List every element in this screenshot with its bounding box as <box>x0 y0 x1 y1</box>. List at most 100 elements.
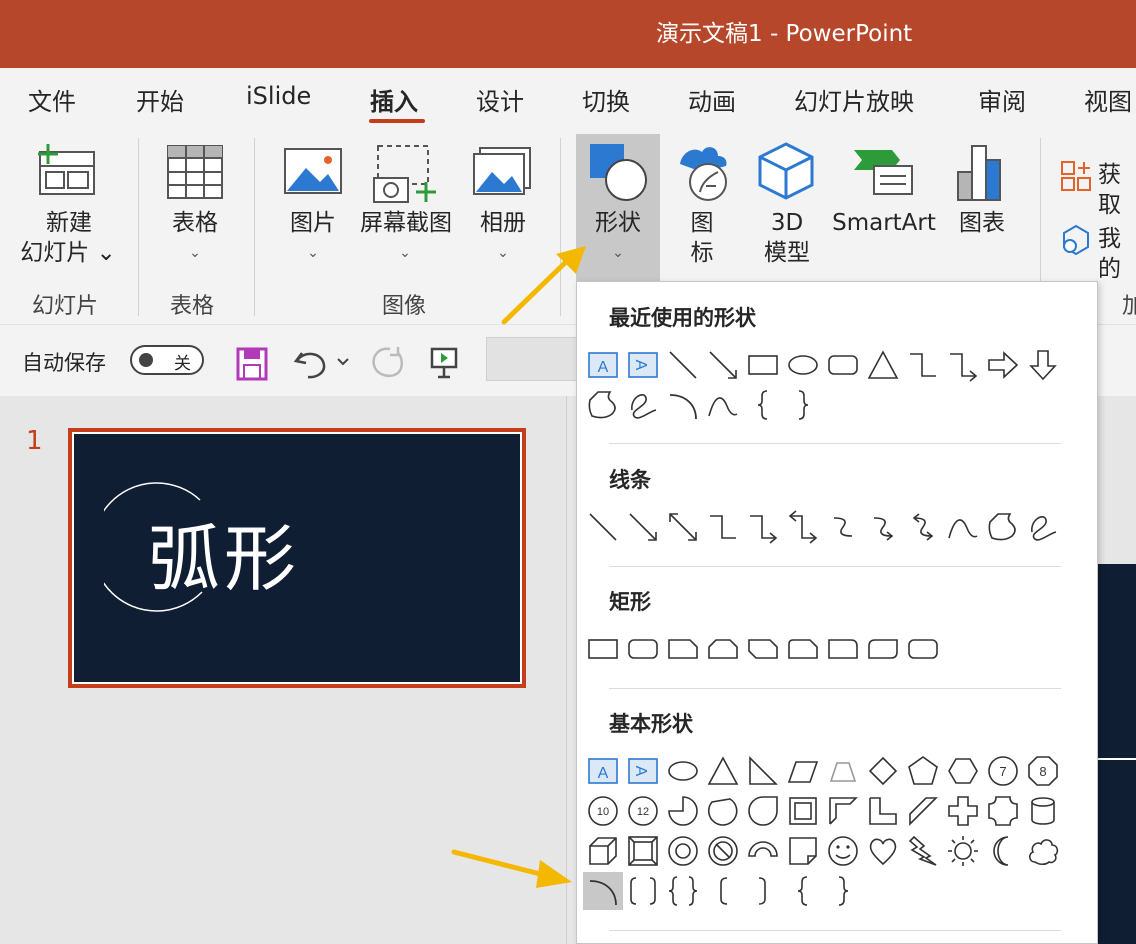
bevel-icon[interactable] <box>623 832 663 870</box>
can-icon[interactable] <box>1023 792 1063 830</box>
left-brace-icon[interactable] <box>783 872 823 910</box>
teardrop-icon[interactable] <box>743 792 783 830</box>
moon-icon[interactable] <box>983 832 1023 870</box>
arc-icon[interactable] <box>663 386 703 424</box>
round-snip-icon[interactable] <box>783 630 823 668</box>
half-frame-icon[interactable] <box>823 792 863 830</box>
right-bracket-icon[interactable] <box>743 872 783 910</box>
double-arrow-line-icon[interactable] <box>663 508 703 546</box>
trapezoid-icon[interactable] <box>823 752 863 790</box>
present-from-start-icon[interactable] <box>428 345 460 381</box>
curve-icon[interactable] <box>703 386 743 424</box>
right-arrow-icon[interactable] <box>983 346 1023 384</box>
snip-rect-icon[interactable] <box>663 630 703 668</box>
octagon-icon[interactable]: 8 <box>1023 752 1063 790</box>
line-icon[interactable] <box>583 508 623 546</box>
vertical-textbox-icon[interactable]: A <box>623 752 663 790</box>
freeform-icon[interactable] <box>983 508 1023 546</box>
rounded-rectangle-icon[interactable] <box>623 630 663 668</box>
cloud-icon[interactable] <box>1023 832 1063 870</box>
autosave-toggle[interactable]: 关 <box>130 345 204 375</box>
scribble-icon[interactable] <box>623 386 663 424</box>
smiley-icon[interactable] <box>823 832 863 870</box>
diagonal-stripe-icon[interactable] <box>903 792 943 830</box>
elbow-arrow-icon[interactable] <box>743 508 783 546</box>
pie-icon[interactable] <box>663 792 703 830</box>
sun-icon[interactable] <box>943 832 983 870</box>
tab-slideshow[interactable]: 幻灯片放映 <box>794 82 914 117</box>
triangle-icon[interactable] <box>703 752 743 790</box>
curved-arrow-icon[interactable] <box>863 508 903 546</box>
decagon-icon[interactable]: 10 <box>583 792 623 830</box>
tab-islide[interactable]: iSlide <box>246 82 311 110</box>
cube-icon[interactable] <box>583 832 623 870</box>
double-bracket-icon[interactable] <box>623 872 663 910</box>
frame-icon[interactable] <box>783 792 823 830</box>
l-shape-icon[interactable] <box>863 792 903 830</box>
elbow-connector-icon[interactable] <box>903 346 943 384</box>
plaque-icon[interactable] <box>983 792 1023 830</box>
curve-icon[interactable] <box>943 508 983 546</box>
left-bracket-icon[interactable] <box>703 872 743 910</box>
rectangle-icon[interactable] <box>583 630 623 668</box>
vertical-textbox-icon[interactable]: A <box>623 346 663 384</box>
search-box[interactable] <box>486 337 582 381</box>
tab-file[interactable]: 文件 <box>28 82 76 117</box>
snip2-rect-icon[interactable] <box>703 630 743 668</box>
oval-icon[interactable] <box>663 752 703 790</box>
arrow-line-icon[interactable] <box>623 508 663 546</box>
arc-icon[interactable] <box>583 872 623 910</box>
block-arc-icon[interactable] <box>743 832 783 870</box>
slide-thumbnail-1[interactable]: 弧形 <box>68 428 526 688</box>
tab-home[interactable]: 开始 <box>136 82 184 117</box>
tab-insert[interactable]: 插入 <box>370 82 418 117</box>
round-single-icon[interactable] <box>823 630 863 668</box>
round-diag-icon[interactable] <box>863 630 903 668</box>
rounded-rectangle-icon[interactable] <box>823 346 863 384</box>
elbow-arrow-icon[interactable] <box>943 346 983 384</box>
curved-connector-icon[interactable] <box>823 508 863 546</box>
textbox-icon[interactable]: A <box>583 346 623 384</box>
no-symbol-icon[interactable] <box>703 832 743 870</box>
save-icon[interactable] <box>236 347 268 381</box>
heptagon-icon[interactable]: 7 <box>983 752 1023 790</box>
scribble-icon[interactable] <box>1023 508 1063 546</box>
down-arrow-icon[interactable] <box>1023 346 1063 384</box>
undo-icon[interactable] <box>292 345 328 381</box>
diamond-icon[interactable] <box>863 752 903 790</box>
cross-icon[interactable] <box>943 792 983 830</box>
tab-view[interactable]: 视图 <box>1084 82 1132 117</box>
freeform-icon[interactable] <box>583 386 623 424</box>
arrow-line-icon[interactable] <box>703 346 743 384</box>
curved-double-arrow-icon[interactable] <box>903 508 943 546</box>
main-slide-edge[interactable] <box>1098 564 1136 944</box>
folded-corner-icon[interactable] <box>783 832 823 870</box>
left-brace-icon[interactable] <box>743 386 783 424</box>
right-brace-icon[interactable] <box>783 386 823 424</box>
tab-transitions[interactable]: 切换 <box>582 82 630 117</box>
tab-review[interactable]: 审阅 <box>978 82 1026 117</box>
elbow-double-arrow-icon[interactable] <box>783 508 823 546</box>
donut-icon[interactable] <box>663 832 703 870</box>
tab-animations[interactable]: 动画 <box>688 82 736 117</box>
line-icon[interactable] <box>663 346 703 384</box>
right-triangle-icon[interactable] <box>743 752 783 790</box>
rounded-rectangle-icon[interactable] <box>903 630 943 668</box>
redo-icon[interactable] <box>370 345 406 381</box>
textbox-icon[interactable]: A <box>583 752 623 790</box>
oval-icon[interactable] <box>783 346 823 384</box>
chevron-down-icon[interactable] <box>336 357 350 367</box>
hexagon-icon[interactable] <box>943 752 983 790</box>
dodecagon-icon[interactable]: 12 <box>623 792 663 830</box>
pentagon-icon[interactable] <box>903 752 943 790</box>
lightning-icon[interactable] <box>903 832 943 870</box>
parallelogram-icon[interactable] <box>783 752 823 790</box>
elbow-connector-icon[interactable] <box>703 508 743 546</box>
snip-diag-icon[interactable] <box>743 630 783 668</box>
double-brace-icon[interactable] <box>663 872 703 910</box>
triangle-icon[interactable] <box>863 346 903 384</box>
tab-design[interactable]: 设计 <box>476 82 524 117</box>
chord-icon[interactable] <box>703 792 743 830</box>
right-brace-icon[interactable] <box>823 872 863 910</box>
heart-icon[interactable] <box>863 832 903 870</box>
